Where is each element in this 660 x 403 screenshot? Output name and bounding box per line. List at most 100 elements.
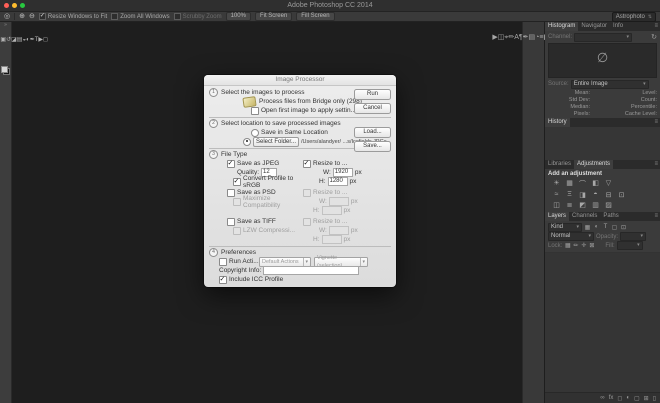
- section-number-badge: 2: [209, 119, 218, 128]
- delete-layer-icon[interactable]: ▯: [653, 395, 656, 402]
- checkbox-icon[interactable]: [227, 160, 235, 168]
- resize-windows-checkbox[interactable]: Resize Windows to Fit: [39, 13, 107, 20]
- shape-tool-icon[interactable]: ◻: [43, 37, 48, 43]
- copyright-field[interactable]: [263, 266, 359, 275]
- include-icc-checkbox[interactable]: Include ICC Profile: [209, 275, 391, 284]
- cancel-button[interactable]: Cancel: [354, 103, 391, 114]
- opacity-dropdown[interactable]: ▾: [620, 232, 646, 241]
- checkbox-icon[interactable]: [227, 218, 235, 226]
- vibrance-adjustment-icon[interactable]: ▽: [604, 179, 613, 189]
- link-layers-icon[interactable]: ∞: [600, 395, 604, 402]
- action-set-dropdown[interactable]: Default Actions ▾: [259, 257, 311, 267]
- select-folder-radio-icon[interactable]: [243, 138, 251, 146]
- workspace-switcher[interactable]: Astrophoto ⇅: [612, 12, 656, 22]
- filter-pixel-layers-icon[interactable]: ▦: [584, 224, 591, 231]
- convert-srgb-checkbox[interactable]: Convert Profile to sRGB: [209, 175, 309, 189]
- lock-transparency-icon[interactable]: ▦: [564, 242, 571, 249]
- chevron-down-icon: ▾: [588, 233, 591, 240]
- tab-channels[interactable]: Channels: [569, 212, 600, 221]
- layer-mask-icon[interactable]: ◻: [617, 395, 622, 402]
- tab-histogram[interactable]: Histogram: [545, 22, 578, 31]
- threshold-adjustment-icon[interactable]: ◩: [578, 201, 587, 209]
- tab-paths[interactable]: Paths: [600, 212, 621, 221]
- gradient-map-adjustment-icon[interactable]: ▥: [591, 201, 600, 209]
- action-name-dropdown[interactable]: Vignette (selection) ▾: [314, 257, 368, 267]
- brightness-contrast-adjustment-icon[interactable]: ☀: [552, 179, 561, 189]
- black-white-adjustment-icon[interactable]: ◨: [578, 191, 587, 199]
- checkbox-icon[interactable]: [219, 258, 227, 266]
- fit-screen-button[interactable]: Fit Screen: [255, 12, 292, 21]
- panel-menu-icon[interactable]: ≡: [654, 118, 658, 127]
- jpeg-resize-checkbox[interactable]: Resize to ...: [303, 160, 347, 168]
- checkbox-icon[interactable]: [251, 107, 259, 115]
- checkbox-icon[interactable]: [233, 178, 241, 186]
- tab-navigator[interactable]: Navigator: [578, 22, 610, 31]
- lock-pixels-icon[interactable]: ✏: [572, 242, 579, 249]
- new-layer-icon[interactable]: ⊞: [644, 395, 649, 402]
- invert-adjustment-icon[interactable]: ◫: [552, 201, 561, 209]
- selective-color-adjustment-icon[interactable]: ▨: [604, 201, 613, 209]
- px-unit-label: px: [344, 236, 351, 243]
- checkbox-icon[interactable]: [39, 13, 46, 20]
- refresh-histogram-icon[interactable]: ↻: [651, 33, 657, 41]
- zoom-in-mode-icon[interactable]: ⊕: [19, 12, 25, 21]
- jpeg-height-field[interactable]: 1280: [328, 177, 348, 186]
- posterize-adjustment-icon[interactable]: ≣: [565, 201, 574, 209]
- checkbox-icon[interactable]: [227, 189, 235, 197]
- new-adjustment-layer-icon[interactable]: ◐: [626, 395, 630, 402]
- tab-history[interactable]: History: [545, 118, 570, 127]
- tab-adjustments[interactable]: Adjustments: [574, 160, 613, 169]
- save-as-tiff-checkbox[interactable]: Save as TIFF: [209, 218, 303, 226]
- foreground-color-swatch[interactable]: [1, 66, 8, 73]
- filter-type-layers-icon[interactable]: T: [602, 224, 609, 231]
- zoom-out-mode-icon[interactable]: ⊖: [29, 12, 35, 21]
- px-unit-label: px: [344, 207, 351, 214]
- panel-menu-icon[interactable]: ≡: [654, 22, 658, 31]
- run-action-checkbox[interactable]: Run Acti...: [219, 258, 259, 266]
- checkbox-icon: [303, 218, 311, 226]
- tab-libraries[interactable]: Libraries: [545, 160, 574, 169]
- panel-menu-icon[interactable]: ≡: [654, 212, 658, 221]
- tab-info[interactable]: Info: [610, 22, 626, 31]
- fill-dropdown[interactable]: ▾: [617, 241, 643, 250]
- source-dropdown[interactable]: Entire Image ▾: [571, 80, 649, 89]
- color-balance-adjustment-icon[interactable]: Ξ: [565, 191, 574, 199]
- photoshop-window: Adobe Photoshop CC 2014 ◎ ⊕ ⊖ Resize Win…: [0, 0, 660, 403]
- exposure-adjustment-icon[interactable]: ◧: [591, 179, 600, 189]
- filter-adjustment-layers-icon[interactable]: ◐: [593, 224, 600, 231]
- layer-filter-dropdown[interactable]: Kind ▾: [548, 223, 582, 232]
- checkbox-icon[interactable]: [303, 160, 311, 168]
- zoom-all-windows-checkbox[interactable]: Zoom All Windows: [111, 13, 169, 20]
- zoom-100-button[interactable]: 100%: [226, 12, 251, 21]
- new-group-icon[interactable]: ▢: [634, 395, 640, 402]
- select-folder-button[interactable]: Select Folder...: [253, 137, 299, 147]
- filter-smart-objects-icon[interactable]: ⊡: [620, 224, 627, 231]
- blend-mode-dropdown[interactable]: Normal ▾: [548, 232, 594, 241]
- tab-layers[interactable]: Layers: [545, 212, 569, 221]
- lock-all-icon[interactable]: ⊠: [588, 242, 595, 249]
- channel-mixer-adjustment-icon[interactable]: ⊟: [604, 191, 613, 199]
- fill-screen-button[interactable]: Fill Screen: [296, 12, 334, 21]
- color-lookup-adjustment-icon[interactable]: ⊡: [617, 191, 626, 199]
- layer-effects-icon[interactable]: fx: [609, 395, 614, 402]
- run-button[interactable]: Run: [354, 89, 391, 100]
- save-button[interactable]: Save...: [354, 141, 391, 152]
- radio-icon[interactable]: [251, 129, 259, 137]
- levels-adjustment-icon[interactable]: ▦: [565, 179, 574, 189]
- load-button[interactable]: Load...: [354, 127, 391, 138]
- photo-filter-adjustment-icon[interactable]: ◓: [591, 191, 600, 199]
- px-unit-label: px: [350, 178, 357, 185]
- curves-adjustment-icon[interactable]: ⌒: [578, 179, 587, 189]
- adjustments-panel: Add an adjustment ☀▦⌒◧▽ ≈Ξ◨◓⊟⊡ ◫≣◩▥▨: [545, 169, 660, 212]
- hue-saturation-adjustment-icon[interactable]: ≈: [552, 191, 561, 199]
- stat-count-label: Count:: [597, 97, 657, 103]
- jpeg-width-field[interactable]: 1920: [333, 168, 353, 177]
- color-swatches[interactable]: [1, 66, 10, 75]
- save-as-jpeg-checkbox[interactable]: Save as JPEG: [209, 160, 303, 168]
- checkbox-icon[interactable]: [111, 13, 118, 20]
- checkbox-icon[interactable]: [219, 276, 227, 284]
- height-label: H:: [313, 207, 320, 214]
- lock-position-icon[interactable]: ✛: [580, 242, 587, 249]
- panel-menu-icon[interactable]: ≡: [654, 160, 658, 169]
- filter-shape-layers-icon[interactable]: ▢: [611, 224, 618, 231]
